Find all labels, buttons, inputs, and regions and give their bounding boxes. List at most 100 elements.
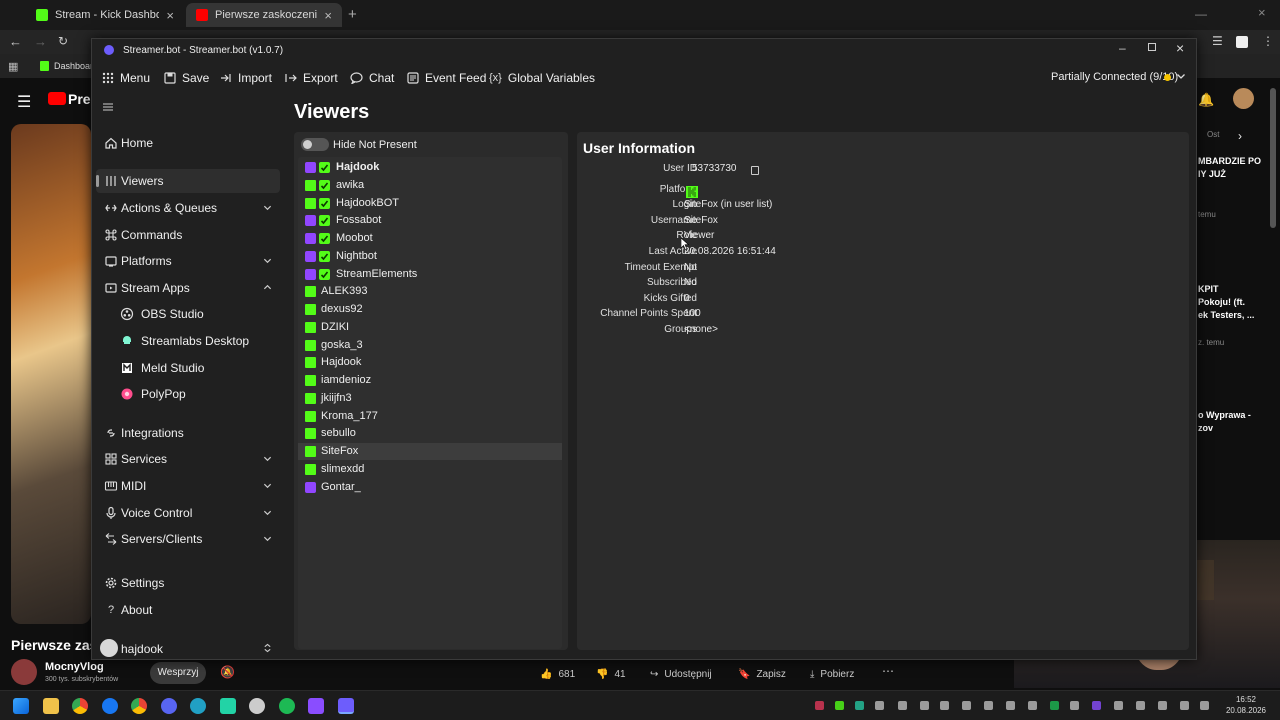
sidebar-item-settings[interactable]: Settings xyxy=(96,571,280,595)
viewer-row[interactable]: Nightbot xyxy=(298,248,562,265)
close-browser-icon[interactable]: × xyxy=(1258,5,1266,20)
app-icon[interactable] xyxy=(308,698,324,714)
menu-button[interactable]: Menu xyxy=(92,64,160,92)
file-explorer-icon[interactable] xyxy=(43,698,59,714)
sidebar-item-about[interactable]: ? About xyxy=(96,598,280,622)
viewer-row[interactable]: Moobot xyxy=(298,230,562,247)
video-player[interactable] xyxy=(11,124,91,624)
sidebar-item-platforms[interactable]: Platforms xyxy=(96,249,280,273)
viewer-row[interactable]: slimexdd xyxy=(298,461,562,478)
hamburger-icon[interactable]: ☰ xyxy=(17,92,31,112)
page-scrollbar[interactable] xyxy=(1270,88,1276,228)
viewer-row[interactable]: Hajdook xyxy=(298,354,562,371)
minimize-browser-icon[interactable]: — xyxy=(1195,7,1207,21)
network-icon[interactable] xyxy=(1180,701,1189,710)
export-button[interactable]: Export xyxy=(275,64,348,92)
import-button[interactable]: Import xyxy=(210,64,282,92)
tray-icon[interactable] xyxy=(920,701,929,710)
app-icon[interactable] xyxy=(220,698,236,714)
viewer-row[interactable]: Hajdook xyxy=(298,159,562,176)
profile-icon[interactable] xyxy=(1236,36,1248,48)
bell-icon[interactable]: 🔕 xyxy=(220,665,235,679)
tray-icon[interactable] xyxy=(815,701,824,710)
tray-icon[interactable] xyxy=(1136,701,1145,710)
viewer-row[interactable]: Gontar_ xyxy=(298,479,562,496)
viewer-row[interactable]: sebullo xyxy=(298,425,562,442)
global-variables-button[interactable]: {x} Global Variables xyxy=(479,64,605,92)
connection-status[interactable]: Partially Connected (9/10) xyxy=(1051,71,1178,83)
viewer-row[interactable]: Fossabot xyxy=(298,212,562,229)
support-button[interactable]: Wesprzyj xyxy=(150,662,206,684)
chevron-down-icon[interactable] xyxy=(1176,71,1186,81)
sidebar-item-servers-clients[interactable]: Servers/Clients xyxy=(96,527,280,551)
tray-icon[interactable] xyxy=(962,701,971,710)
recommendation-title[interactable]: MBARDZIE PO xyxy=(1198,156,1261,166)
maximize-icon[interactable] xyxy=(1148,43,1156,51)
download-button[interactable]: ⤓ Pobierz xyxy=(810,664,854,684)
sidebar-item-obs-studio[interactable]: OBS Studio xyxy=(96,302,280,326)
chevron-updown-icon[interactable] xyxy=(263,642,272,654)
viewer-row[interactable]: HajdookBOT xyxy=(298,195,562,212)
viewer-row[interactable]: Kroma_177 xyxy=(298,408,562,425)
viewer-row[interactable]: SiteFox xyxy=(298,443,562,460)
sidebar-item-meld-studio[interactable]: Meld Studio xyxy=(96,356,280,380)
tray-icon[interactable] xyxy=(1028,701,1037,710)
recommendation-title[interactable]: IY JUŻ xyxy=(1198,169,1226,179)
viewer-list[interactable]: Hajdook awika HajdookBOT Fossabot Moobot Nigh… xyxy=(298,157,562,649)
viewer-row[interactable]: awika xyxy=(298,177,562,194)
settings-app-icon[interactable] xyxy=(249,698,265,714)
viewer-row[interactable]: StreamElements xyxy=(298,266,562,283)
browser-tab-kick-dashboard[interactable]: Stream - Kick Dashboard × xyxy=(26,3,184,27)
sidebar-item-streamlabs-desktop[interactable]: Streamlabs Desktop xyxy=(96,329,280,353)
user-account-selector[interactable]: hajdook xyxy=(96,637,280,659)
tray-icon[interactable] xyxy=(1114,701,1123,710)
chat-button[interactable]: Chat xyxy=(340,64,404,92)
hide-not-present-toggle[interactable] xyxy=(301,138,329,151)
recommendation-title[interactable]: ek Testers, ... xyxy=(1198,310,1254,320)
chevron-down-icon[interactable] xyxy=(263,534,272,543)
recommendation-title[interactable]: o Wyprawa - xyxy=(1198,410,1251,420)
tray-icon[interactable] xyxy=(855,701,864,710)
viewer-row[interactable]: jkiijfn3 xyxy=(298,390,562,407)
close-icon[interactable]: × xyxy=(166,8,174,23)
tray-icon[interactable] xyxy=(940,701,949,710)
volume-icon[interactable] xyxy=(1158,701,1167,710)
viewer-row[interactable]: iamdenioz xyxy=(298,372,562,389)
tray-icon[interactable] xyxy=(898,701,907,710)
windows-start-icon[interactable] xyxy=(13,698,29,714)
more-icon[interactable]: ⋮ xyxy=(1262,34,1274,48)
channel-avatar[interactable] xyxy=(11,659,37,685)
close-icon[interactable]: × xyxy=(1176,40,1184,56)
tray-icon[interactable] xyxy=(1092,701,1101,710)
chrome-icon[interactable] xyxy=(131,698,147,714)
dislike-button[interactable]: 👎 41 xyxy=(596,664,626,684)
taskbar-clock[interactable]: 16:52 20.08.2026 xyxy=(1224,694,1268,716)
apps-icon[interactable]: ▦ xyxy=(8,60,18,73)
share-button[interactable]: ↪ Udostępnij xyxy=(650,664,712,684)
recommendation-title[interactable]: Pokoju! (ft. xyxy=(1198,297,1245,307)
account-avatar[interactable] xyxy=(1233,88,1254,109)
facebook-icon[interactable] xyxy=(102,698,118,714)
sidebar-item-midi[interactable]: MIDI xyxy=(96,474,280,498)
forward-icon[interactable]: → xyxy=(34,34,47,49)
spotify-icon[interactable] xyxy=(279,698,295,714)
menu-icon[interactable]: ☰ xyxy=(1212,34,1223,48)
sidebar-item-commands[interactable]: Commands xyxy=(96,223,280,247)
viewer-row[interactable]: ALEK393 xyxy=(298,283,562,300)
recommendation-title[interactable]: zov xyxy=(1198,423,1213,433)
collapse-menu-icon[interactable] xyxy=(103,103,113,111)
viewer-row[interactable]: dexus92 xyxy=(298,301,562,318)
tray-icon[interactable] xyxy=(1006,701,1015,710)
tray-icon[interactable] xyxy=(984,701,993,710)
more-actions-icon[interactable]: ⋯ xyxy=(882,664,894,678)
tray-icon[interactable] xyxy=(835,701,844,710)
back-icon[interactable]: ← xyxy=(9,34,22,49)
discord-icon[interactable] xyxy=(161,698,177,714)
like-button[interactable]: 👍 681 xyxy=(540,664,575,684)
sidebar-item-stream-apps[interactable]: Stream Apps xyxy=(96,276,280,300)
channel-name[interactable]: MocnyVlog xyxy=(45,661,104,673)
copy-icon[interactable] xyxy=(751,166,759,175)
save-video-button[interactable]: 🔖 Zapisz xyxy=(738,664,786,684)
tray-icon[interactable] xyxy=(1050,701,1059,710)
chevron-down-icon[interactable] xyxy=(263,454,272,463)
